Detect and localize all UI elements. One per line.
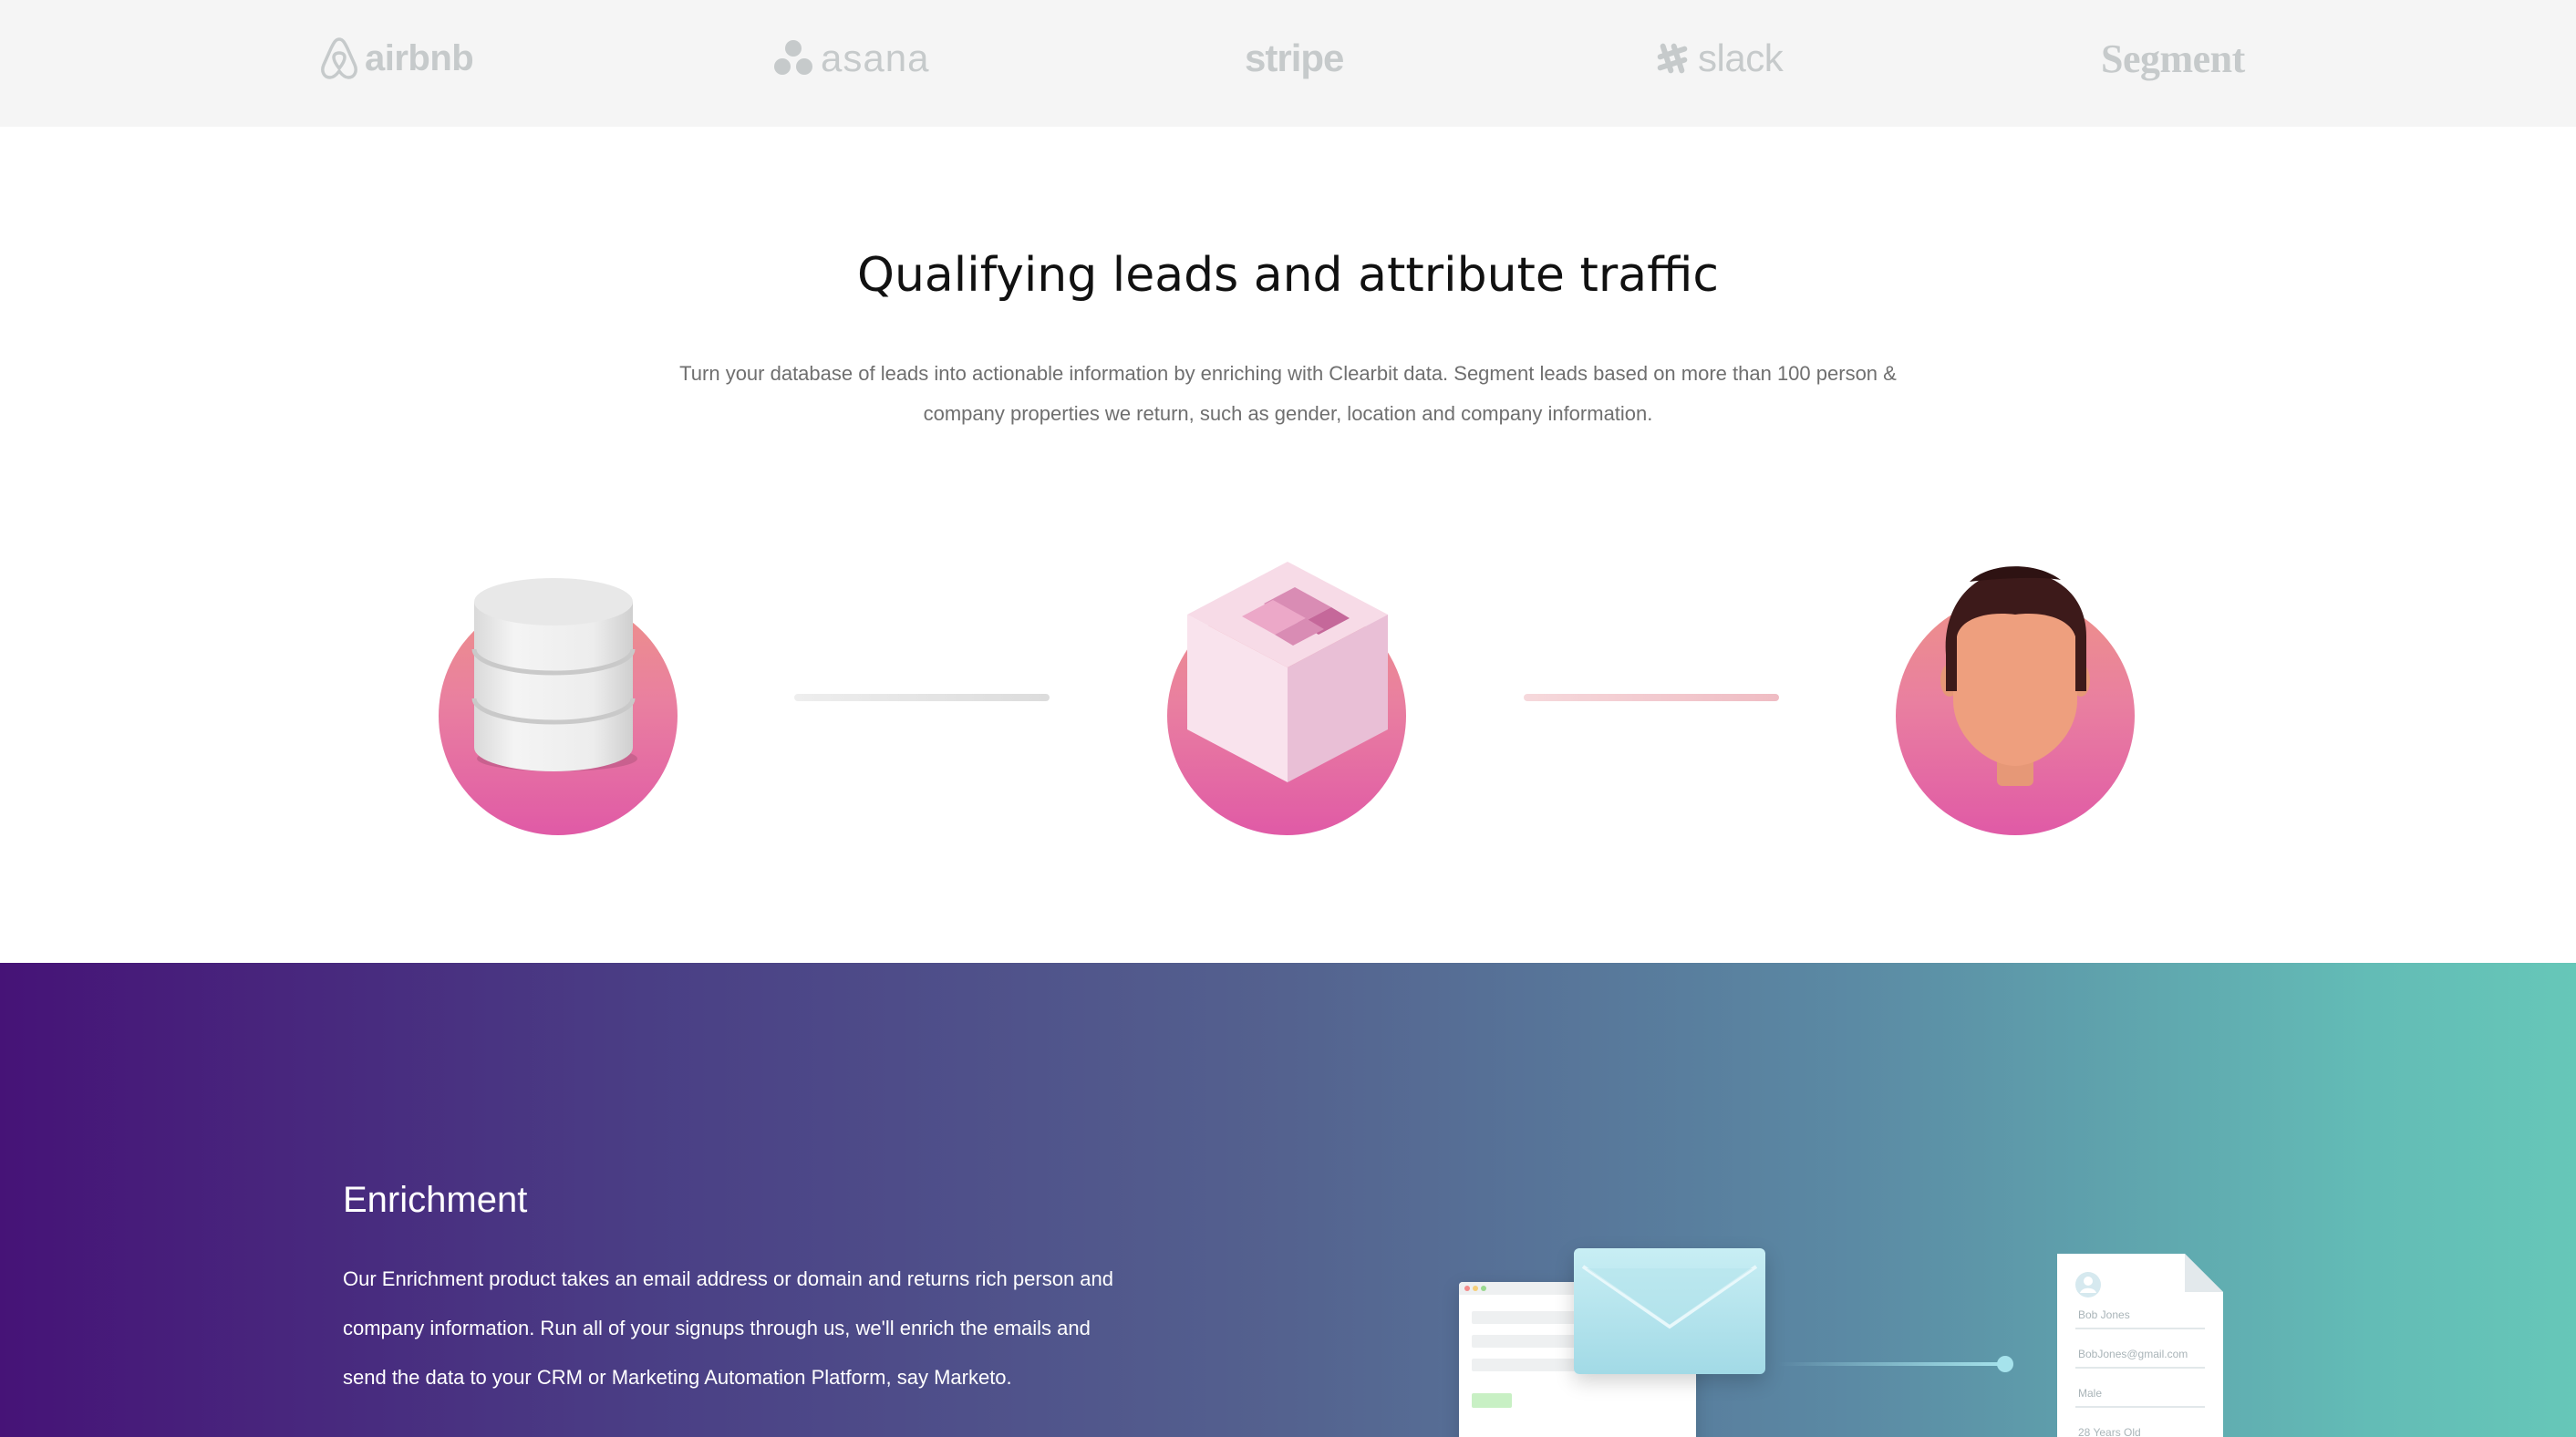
airbnb-wordmark: airbnb bbox=[365, 37, 474, 78]
profile-gender: Male bbox=[2078, 1387, 2103, 1400]
step-connector bbox=[794, 694, 1050, 701]
asana-wordmark: asana bbox=[821, 36, 930, 79]
stripe-wordmark: stripe bbox=[1245, 36, 1344, 79]
profile-email: BobJones@gmail.com bbox=[2078, 1348, 2188, 1360]
clearbit-cube-icon bbox=[1187, 562, 1388, 782]
database-icon bbox=[471, 578, 637, 771]
email-envelope-icon bbox=[1574, 1248, 1765, 1374]
enrichment-section: Enrichment Our Enrichment product takes … bbox=[0, 963, 2576, 1437]
data-flow-node bbox=[1997, 1356, 2013, 1372]
slack-icon bbox=[1657, 43, 1688, 74]
profile-document-icon bbox=[2057, 1254, 2223, 1437]
airbnb-logo: airbnb bbox=[319, 31, 474, 86]
stripe-logo: stripe bbox=[1245, 31, 1344, 86]
step-connector bbox=[1524, 694, 1779, 701]
form-submit-button bbox=[1472, 1393, 1512, 1408]
enrichment-description-line: company information. Run all of your sig… bbox=[343, 1317, 1091, 1339]
segment-logo: Segment bbox=[2101, 31, 2245, 86]
section-description-line: Turn your database of leads into actiona… bbox=[679, 362, 1897, 385]
enrichment-description: Our Enrichment product takes an email ad… bbox=[343, 1255, 1145, 1402]
enrichment-title: Enrichment bbox=[343, 1180, 528, 1220]
segment-wordmark: Segment bbox=[2101, 36, 2245, 81]
envelope-flap-icon bbox=[1581, 1265, 1758, 1329]
profile-age: 28 Years Old bbox=[2078, 1426, 2141, 1437]
profile-name: Bob Jones bbox=[2078, 1308, 2130, 1321]
section-title: Qualifying leads and attribute traffic bbox=[857, 248, 1719, 303]
person-avatar-icon bbox=[1940, 566, 2090, 786]
profile-divider bbox=[2075, 1406, 2205, 1408]
browser-maximize-dot bbox=[1481, 1286, 1486, 1291]
asana-icon bbox=[774, 40, 812, 75]
asana-logo: asana bbox=[773, 31, 929, 86]
browser-close-dot bbox=[1464, 1286, 1470, 1291]
slack-wordmark: slack bbox=[1698, 36, 1784, 79]
enrichment-description-line: Our Enrichment product takes an email ad… bbox=[343, 1267, 1113, 1290]
section-description: Turn your database of leads into actiona… bbox=[638, 354, 1938, 434]
profile-divider bbox=[2075, 1367, 2205, 1369]
profile-divider bbox=[2075, 1328, 2205, 1329]
customer-logo-bar: airbnb asana stripe slack Segment bbox=[0, 0, 2576, 127]
enrichment-description-line: send the data to your CRM or Marketing A… bbox=[343, 1366, 1012, 1389]
data-flow-connector bbox=[1778, 1362, 2006, 1366]
slack-logo: slack bbox=[1654, 31, 1784, 86]
section-description-line: company properties we return, such as ge… bbox=[923, 402, 1653, 425]
airbnb-icon bbox=[321, 37, 357, 79]
browser-minimize-dot bbox=[1473, 1286, 1478, 1291]
